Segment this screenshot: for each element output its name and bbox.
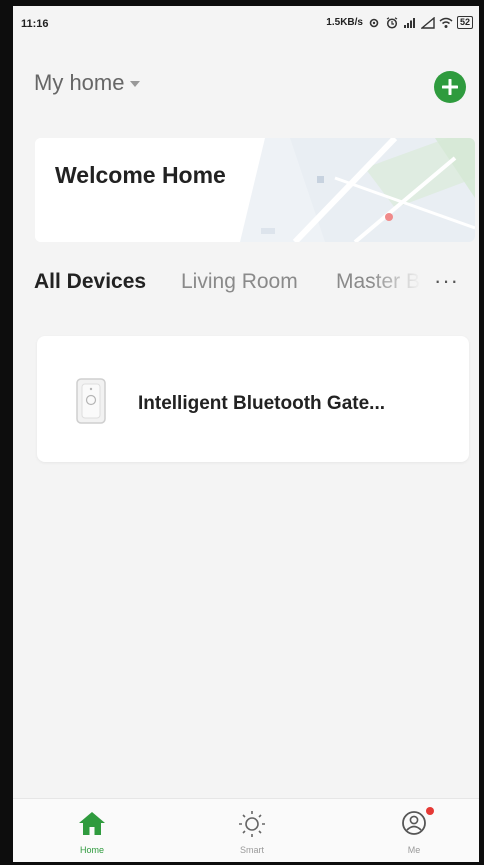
nav-smart-label: Smart	[239, 845, 264, 855]
app-screen: 11:16 1.5KB/s 52 My home Welcome Home Al…	[13, 6, 479, 862]
network-speed: 1.5KB/s	[326, 17, 363, 28]
battery-indicator: 52	[456, 16, 473, 29]
tab-all-devices[interactable]: All Devices	[34, 270, 146, 294]
signal-icon	[420, 16, 435, 29]
status-indicators: 1.5KB/s 52	[326, 16, 473, 29]
bluetooth-gateway-device-icon	[76, 378, 106, 424]
more-rooms-icon[interactable]: ···	[434, 268, 459, 294]
tab-overflow-fade	[370, 270, 430, 300]
bottom-navigation: Home Smart Me	[13, 798, 479, 862]
home-selector[interactable]: My home	[34, 70, 141, 96]
plus-icon	[442, 79, 458, 95]
nav-home[interactable]: Home	[42, 799, 142, 862]
wifi-icon	[439, 17, 453, 28]
notification-badge	[426, 807, 434, 815]
home-icon	[79, 812, 105, 835]
device-name: Intelligent Bluetooth Gate...	[138, 393, 385, 414]
tab-living-room[interactable]: Living Room	[181, 270, 298, 294]
sun-icon	[239, 811, 265, 837]
user-icon	[402, 811, 426, 835]
welcome-title: Welcome Home	[55, 162, 226, 188]
alarm-icon	[386, 16, 398, 29]
status-time: 11:16	[21, 18, 49, 30]
home-name: My home	[34, 70, 125, 95]
nav-home-label: Home	[79, 845, 104, 855]
nav-me[interactable]: Me	[364, 799, 464, 862]
nav-me-label: Me	[407, 845, 421, 855]
caret-down-icon	[130, 81, 141, 87]
nav-smart[interactable]: Smart	[202, 799, 302, 862]
map-background-image	[35, 138, 475, 242]
add-device-button[interactable]	[434, 71, 466, 103]
settings-gear-icon	[369, 18, 379, 27]
welcome-card: Welcome Home	[35, 138, 475, 242]
cellular-hd-icon	[403, 17, 415, 28]
device-card[interactable]: Intelligent Bluetooth Gate...	[37, 336, 469, 462]
status-bar: 11:16 1.5KB/s 52	[13, 6, 479, 40]
room-tabs: All Devices Living Room Master B ···	[34, 268, 474, 306]
